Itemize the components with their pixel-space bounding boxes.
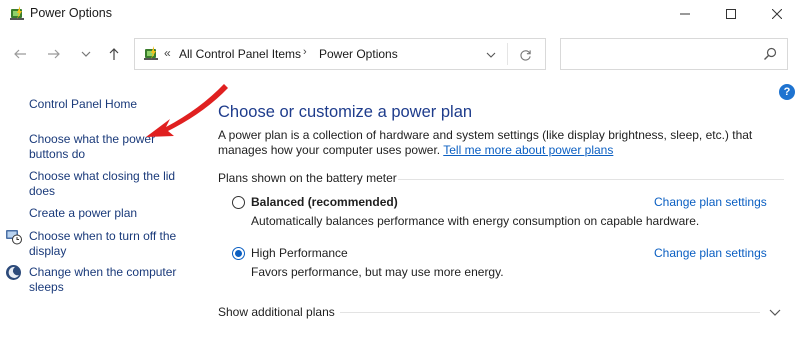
- chevron-down-icon: [769, 309, 781, 316]
- sidebar-item-computer-sleeps[interactable]: Change when the computer sleeps: [29, 265, 189, 295]
- forward-arrow-icon: [48, 49, 60, 59]
- sidebar-item-create-plan[interactable]: Create a power plan: [29, 206, 137, 221]
- overflow-chevron-icon[interactable]: «: [164, 46, 171, 60]
- back-arrow-icon: [14, 49, 26, 59]
- forward-button[interactable]: [43, 43, 65, 65]
- change-plan-settings-balanced[interactable]: Change plan settings: [654, 195, 767, 209]
- plan-description-high-performance: Favors performance, but may use more ene…: [251, 265, 504, 279]
- refresh-icon: [519, 49, 531, 61]
- breadcrumb-all-items[interactable]: All Control Panel Items: [179, 47, 301, 61]
- red-arrow-annotation: [146, 84, 228, 137]
- plan-description-balanced: Automatically balances performance with …: [251, 214, 700, 228]
- sidebar-item-closing-lid[interactable]: Choose what closing the lid does: [29, 169, 179, 199]
- plan-radio-high-performance[interactable]: [232, 247, 245, 260]
- sidebar-item-control-panel-home[interactable]: Control Panel Home: [29, 97, 137, 112]
- title-bar: Power Options: [0, 0, 800, 27]
- up-arrow-icon: [109, 48, 119, 60]
- address-dropdown-button[interactable]: [482, 46, 500, 64]
- breadcrumb-power-options[interactable]: Power Options: [319, 47, 398, 61]
- page-title: Choose or customize a power plan: [218, 103, 473, 121]
- additional-plans-divider: [340, 312, 760, 313]
- refresh-button[interactable]: [516, 46, 534, 64]
- close-button[interactable]: [754, 0, 800, 27]
- search-icon: [764, 47, 777, 60]
- up-button[interactable]: [103, 43, 125, 65]
- change-plan-settings-high-performance[interactable]: Change plan settings: [654, 246, 767, 260]
- minimize-icon: [680, 13, 690, 14]
- content-area: Control Panel Home Choose what the power…: [0, 81, 800, 354]
- control-panel-icon: [144, 46, 158, 60]
- navigation-bar: « All Control Panel Items › Power Option…: [0, 27, 800, 81]
- group-divider: [398, 179, 784, 180]
- breadcrumb-separator-icon[interactable]: ›: [303, 46, 307, 58]
- sleep-moon-icon: [6, 265, 21, 280]
- page-description: A power plan is a collection of hardware…: [218, 128, 778, 158]
- address-bar[interactable]: « All Control Panel Items › Power Option…: [134, 38, 546, 70]
- plan-name-high-performance[interactable]: High Performance: [251, 246, 348, 260]
- chevron-down-icon: [81, 51, 91, 57]
- back-button[interactable]: [9, 43, 31, 65]
- plan-name-balanced[interactable]: Balanced (recommended): [251, 195, 398, 209]
- plan-radio-balanced[interactable]: [232, 196, 245, 209]
- maximize-icon: [726, 8, 736, 19]
- recent-locations-button[interactable]: [75, 43, 97, 65]
- display-clock-icon: [6, 230, 22, 245]
- close-icon: [772, 8, 782, 19]
- maximize-button[interactable]: [708, 0, 754, 27]
- plans-group-label: Plans shown on the battery meter: [218, 171, 397, 185]
- search-input[interactable]: [560, 38, 788, 70]
- chevron-down-icon: [486, 52, 496, 58]
- address-divider: [507, 43, 508, 65]
- minimize-button[interactable]: [662, 0, 708, 27]
- expand-additional-plans-button[interactable]: [768, 305, 782, 319]
- show-additional-plans[interactable]: Show additional plans: [218, 305, 335, 319]
- learn-more-link[interactable]: Tell me more about power plans: [443, 143, 613, 157]
- help-icon[interactable]: ?: [779, 84, 795, 100]
- power-options-icon: [10, 6, 24, 20]
- window-title: Power Options: [30, 6, 112, 20]
- sidebar-item-turn-off-display[interactable]: Choose when to turn off the display: [29, 229, 189, 259]
